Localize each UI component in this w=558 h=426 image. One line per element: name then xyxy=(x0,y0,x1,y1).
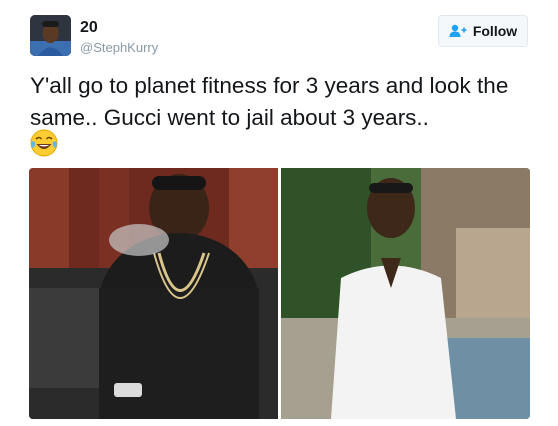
photo-after-image xyxy=(281,168,530,419)
tears-of-joy-emoji-icon xyxy=(29,128,59,158)
author-display-name[interactable]: 20 xyxy=(80,19,98,37)
tweet-photo-before[interactable] xyxy=(29,168,278,419)
avatar-image xyxy=(30,15,71,56)
photo-before-image xyxy=(29,168,278,419)
tweet-text: Y'all go to planet fitness for 3 years a… xyxy=(30,73,509,130)
author-handle[interactable]: @StephKurry xyxy=(80,40,158,55)
author-avatar[interactable] xyxy=(30,15,71,56)
follow-button[interactable]: Follow xyxy=(438,15,528,47)
tweet-photo-after[interactable] xyxy=(281,168,530,419)
add-user-icon xyxy=(449,24,467,37)
follow-label: Follow xyxy=(472,23,518,39)
